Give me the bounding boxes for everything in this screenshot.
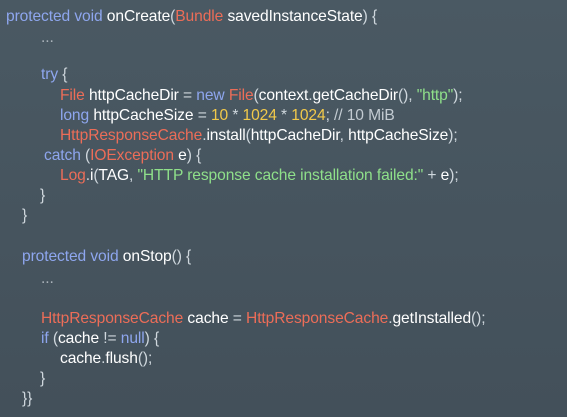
code-class-name: File [60, 87, 85, 104]
code-line-ellipsis: ... [41, 28, 54, 48]
code-comment: // 10 MiB [334, 107, 395, 124]
code-number: 10 [210, 107, 229, 124]
code-identifier: getCacheDir [312, 87, 399, 104]
code-punctuation: ( [80, 147, 91, 164]
code-line-cache-dir: File httpCacheDir = new File(context.get… [60, 86, 463, 106]
code-identifier: httpCacheSize [89, 107, 198, 124]
code-line-oncreate-signature: protected void onCreate(Bundle savedInst… [6, 7, 377, 27]
code-identifier: context [258, 87, 309, 104]
code-class-name: Bundle [175, 8, 224, 25]
code-punctuation: () { [171, 248, 192, 265]
code-keyword: catch [44, 147, 81, 164]
code-line-cache-install: HttpResponseCache.install(httpCacheDir, … [60, 126, 458, 146]
code-keyword: if [41, 330, 49, 347]
code-line-close-oncreate: } [22, 206, 27, 226]
code-punctuation: (); [137, 350, 153, 367]
code-string: "http" [416, 87, 454, 104]
code-punctuation: * [276, 107, 292, 124]
code-punctuation: } [22, 207, 28, 224]
code-keyword: long [60, 107, 90, 124]
code-number: 1024 [291, 107, 326, 124]
code-class-name: File [228, 87, 254, 104]
code-punctuation: != [103, 330, 121, 347]
code-punctuation: (), [398, 87, 417, 104]
code-identifier: onStop [122, 248, 172, 265]
code-line-catch: catch (IOException e) { [44, 146, 201, 166]
code-line-if-not-null: if (cache != null) { [41, 329, 159, 349]
code-class-name: HttpResponseCache [60, 127, 203, 144]
code-line-cache-size: long httpCacheSize = 10 * 1024 * 1024; /… [60, 106, 395, 126]
code-slide: protected void onCreate ( Bundle savedInst… [0, 0, 567, 417]
code-punctuation: = [197, 107, 211, 124]
code-class-name: IOException [90, 147, 174, 164]
code-line-close-if: } [40, 369, 45, 389]
code-line-try: try { [41, 65, 67, 85]
code-identifier: flush [105, 350, 138, 367]
code-identifier: cache [57, 330, 104, 347]
code-punctuation: * [228, 107, 243, 124]
code-punctuation: } [40, 370, 46, 387]
code-line-close-onstop: }} [22, 389, 32, 409]
code-identifier: httpCacheSize [348, 127, 449, 144]
code-identifier: httpCacheDir [84, 87, 184, 104]
code-identifier: onCreate [106, 8, 171, 25]
code-punctuation: ) { [362, 8, 378, 25]
code-punctuation: } [40, 187, 46, 204]
code-identifier: TAG [98, 167, 130, 184]
code-punctuation: ) { [186, 147, 202, 164]
code-line-flush: cache.flush(); [60, 349, 152, 369]
code-identifier: savedInstanceState [223, 8, 363, 25]
code-punctuation: ); [448, 127, 458, 144]
code-punctuation: = [232, 310, 247, 327]
code-string: "HTTP response cache installation failed… [137, 167, 424, 184]
code-ellipsis: ... [41, 270, 54, 287]
code-punctuation: + [423, 167, 441, 184]
code-punctuation: , [129, 167, 138, 184]
code-keyword: protected void [22, 248, 123, 265]
code-punctuation: ( [48, 330, 58, 347]
code-punctuation: ); [449, 167, 459, 184]
code-identifier: cache [60, 350, 102, 367]
code-punctuation: }} [22, 390, 33, 407]
code-punctuation: , [339, 127, 349, 144]
code-line-log: Log.i(TAG, "HTTP response cache installa… [60, 166, 459, 186]
code-class-name: HttpResponseCache [246, 310, 389, 327]
code-keyword: new [196, 87, 229, 104]
code-ellipsis: ... [41, 29, 54, 46]
code-identifier: httpCacheDir [250, 127, 340, 144]
code-punctuation: = [183, 87, 197, 104]
code-number: 1024 [242, 107, 277, 124]
code-class-name: HttpResponseCache [41, 310, 184, 327]
code-punctuation: ); [453, 87, 463, 104]
code-punctuation: (); [471, 310, 486, 327]
code-keyword: protected void [6, 8, 107, 25]
code-identifier: e [173, 147, 187, 164]
code-keyword: null [120, 330, 145, 347]
code-identifier: install [206, 127, 246, 144]
code-line-close-catch: } [40, 186, 45, 206]
code-identifier: cache [183, 310, 233, 327]
code-punctuation: ) { [144, 330, 160, 347]
code-keyword: try [41, 66, 59, 83]
code-punctuation: { [58, 66, 68, 83]
code-class-name: Log [60, 167, 86, 184]
code-line-ellipsis: ... [41, 269, 54, 289]
code-identifier: e [440, 167, 450, 184]
code-identifier: getInstalled [392, 310, 472, 327]
code-line-onstop-signature: protected void onStop() { [22, 247, 191, 267]
code-line-get-installed: HttpResponseCache cache = HttpResponseCa… [41, 309, 486, 329]
code-punctuation: ; [325, 107, 335, 124]
